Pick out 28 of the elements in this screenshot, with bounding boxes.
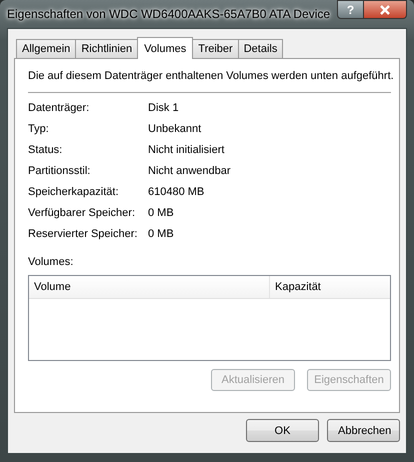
tab[interactable]: Richtlinien — [75, 39, 138, 58]
tab[interactable]: Allgemein — [16, 39, 76, 58]
property-value: Nicht anwendbar — [148, 164, 232, 178]
column-header[interactable]: Volume — [29, 276, 270, 298]
tab[interactable]: Volumes — [137, 37, 194, 59]
volumes-label: Volumes: — [28, 256, 74, 268]
property-label: Datenträger: — [28, 101, 90, 115]
dialog-button[interactable]: Abbrechen — [327, 419, 400, 442]
property-label: Typ: — [28, 122, 50, 136]
tab[interactable]: Treiber — [192, 39, 239, 58]
property-label: Partitionsstil: — [28, 164, 92, 178]
window-title: Eigenschaften von WDC WD6400AAKS-65A7B0 ATA Device — [7, 7, 330, 21]
close-icon — [379, 4, 391, 14]
property-label: Speicherkapazität: — [28, 185, 120, 199]
close-button[interactable] — [364, 0, 407, 19]
property-label: Status: — [28, 143, 64, 157]
property-value: Unbekannt — [148, 122, 202, 136]
property-label: Reservierter Speicher: — [28, 227, 138, 241]
tab[interactable]: Details — [238, 39, 284, 58]
column-header[interactable]: Kapazität — [270, 276, 390, 298]
property-value: Nicht initialisiert — [148, 143, 226, 157]
property-value: 0 MB — [148, 206, 175, 220]
intro-text: Die auf diesem Datenträger enthaltenen Volumes werden unten aufgeführt. — [28, 69, 391, 84]
property-value: 610480 MB — [148, 185, 206, 199]
property-label: Verfügbarer Speicher: — [28, 206, 136, 220]
dialog-button[interactable]: OK — [246, 419, 319, 442]
property-value: 0 MB — [148, 227, 175, 241]
property-value: Disk 1 — [148, 101, 180, 115]
